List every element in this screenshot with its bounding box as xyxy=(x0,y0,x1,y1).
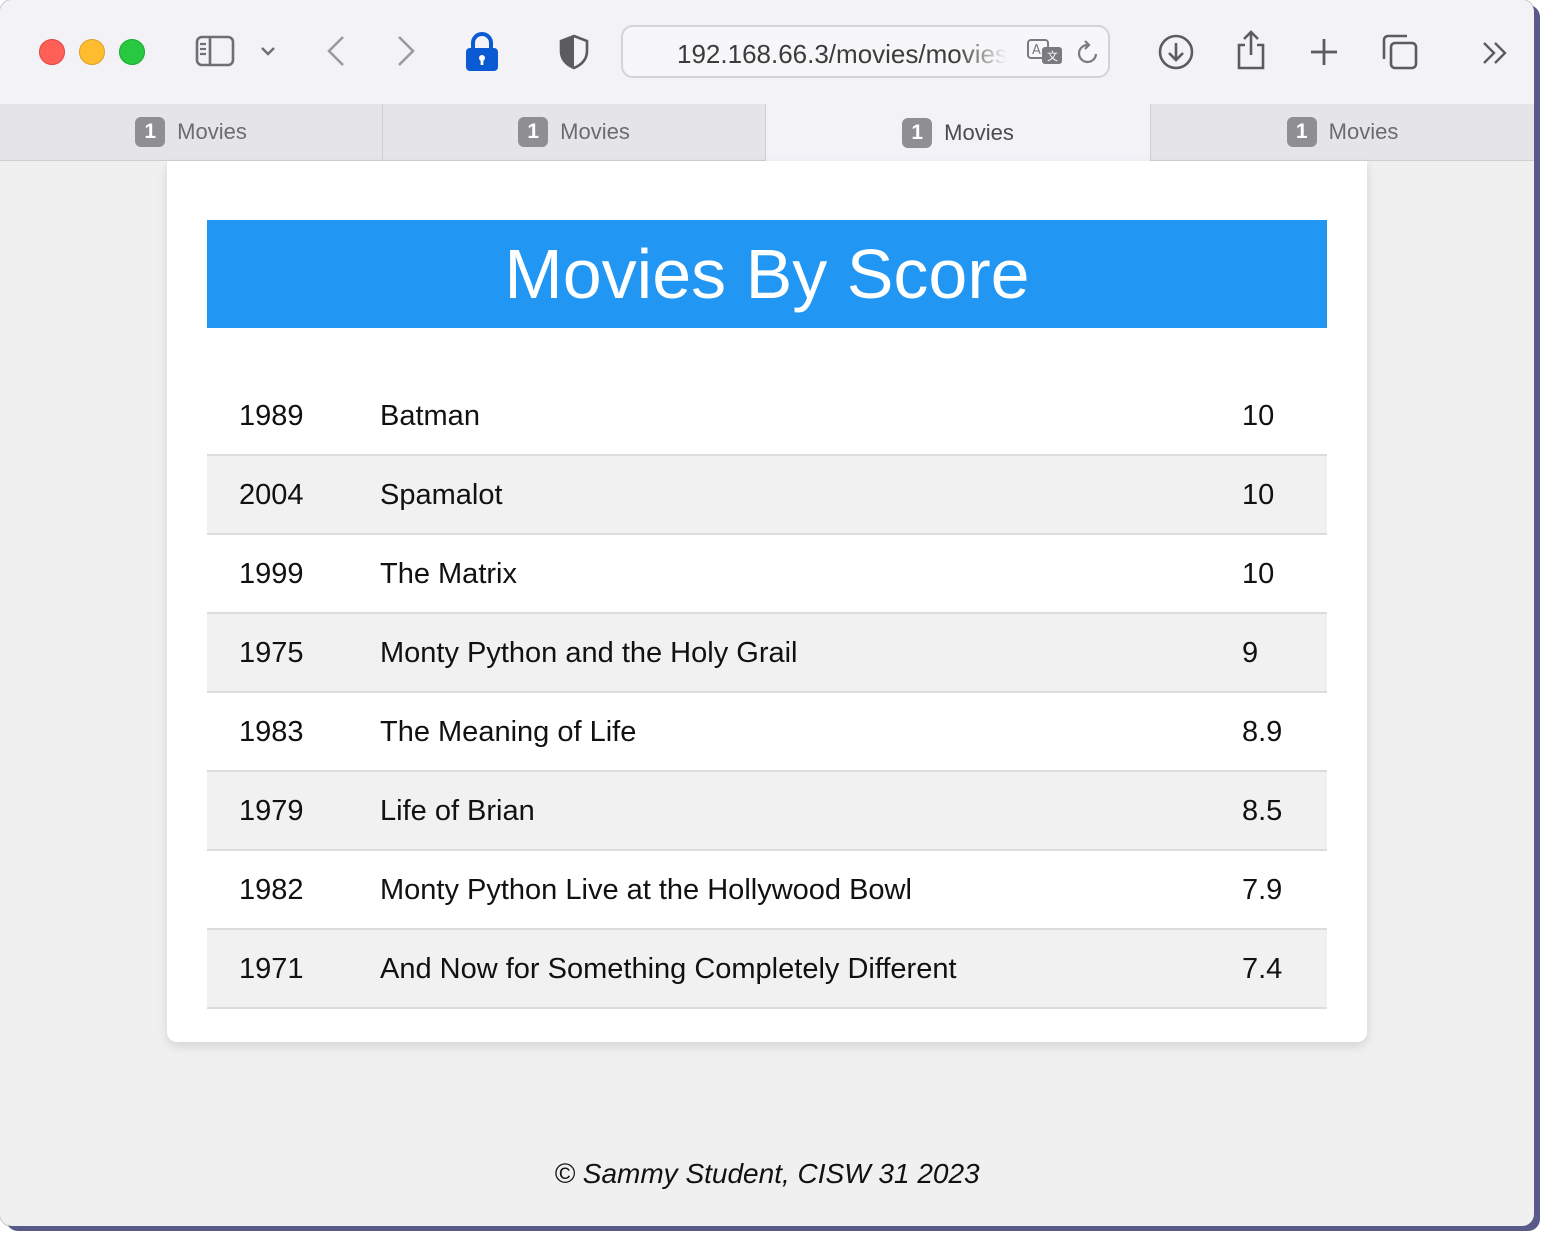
minimize-window-button[interactable] xyxy=(79,39,105,65)
lock-icon[interactable] xyxy=(460,30,504,74)
browser-toolbar: 192.168.66.3/movies/movies.php A文 xyxy=(0,0,1534,105)
movie-year: 2004 xyxy=(239,479,304,511)
double-chevron-right-icon[interactable] xyxy=(1478,38,1512,68)
movie-score: 10 xyxy=(1242,400,1275,432)
tab-count-badge: 1 xyxy=(1286,117,1317,147)
movie-year: 1999 xyxy=(239,558,304,590)
content-card: Movies By Score 1989 Batman 10 2004 Spam… xyxy=(167,161,1367,1042)
tab-label: Movies xyxy=(560,119,630,144)
browser-window: 192.168.66.3/movies/movies.php A文 1 Movi xyxy=(0,0,1534,1226)
movie-year: 1989 xyxy=(239,400,304,432)
movie-title: Batman xyxy=(380,400,480,432)
tab-label: Movies xyxy=(1328,119,1399,144)
tab-overview-icon[interactable] xyxy=(1379,31,1421,73)
tab-count-badge: 1 xyxy=(135,117,166,147)
table-row: 1982 Monty Python Live at the Hollywood … xyxy=(207,851,1327,930)
svg-text:A: A xyxy=(1032,43,1041,58)
movie-year: 1982 xyxy=(239,874,304,906)
movies-table: 1989 Batman 10 2004 Spamalot 10 1999 The… xyxy=(207,377,1327,1009)
movie-title: Life of Brian xyxy=(380,795,535,827)
table-row: 1983 The Meaning of Life 8.9 xyxy=(207,693,1327,772)
movie-score: 7.4 xyxy=(1242,953,1283,985)
table-row: 1975 Monty Python and the Holy Grail 9 xyxy=(207,614,1327,693)
url-text[interactable]: 192.168.66.3/movies/movies.php xyxy=(677,39,1007,70)
movie-title: The Matrix xyxy=(380,558,517,590)
movie-score: 10 xyxy=(1242,558,1275,590)
movie-score: 7.9 xyxy=(1242,874,1283,906)
movie-year: 1979 xyxy=(239,795,304,827)
movie-score: 9 xyxy=(1242,637,1259,669)
tab-movies-2[interactable]: 1 Movies xyxy=(383,104,766,160)
downloads-icon[interactable] xyxy=(1156,32,1196,72)
tab-movies-1[interactable]: 1 Movies xyxy=(0,104,383,160)
movie-title: Spamalot xyxy=(380,479,503,511)
privacy-shield-icon[interactable] xyxy=(556,32,592,72)
movie-title: And Now for Something Completely Differe… xyxy=(380,953,957,985)
movie-title: Monty Python Live at the Hollywood Bowl xyxy=(380,874,912,906)
tab-movies-3-active[interactable]: 1 Movies xyxy=(766,104,1151,161)
movie-year: 1983 xyxy=(239,716,304,748)
share-icon[interactable] xyxy=(1231,28,1271,72)
tab-bar: 1 Movies 1 Movies 1 Movies 1 Movies xyxy=(0,104,1534,161)
movie-year: 1975 xyxy=(239,637,304,669)
movie-title: Monty Python and the Holy Grail xyxy=(380,637,798,669)
table-row: 1999 The Matrix 10 xyxy=(207,535,1327,614)
movie-score: 8.9 xyxy=(1242,716,1283,748)
tab-label: Movies xyxy=(177,119,247,144)
address-bar[interactable]: 192.168.66.3/movies/movies.php A文 xyxy=(621,25,1110,78)
table-row: 1989 Batman 10 xyxy=(207,377,1327,456)
table-row: 2004 Spamalot 10 xyxy=(207,456,1327,535)
tab-movies-4[interactable]: 1 Movies xyxy=(1151,104,1534,160)
tab-count-badge: 1 xyxy=(518,117,549,147)
movie-year: 1971 xyxy=(239,953,304,985)
table-row: 1979 Life of Brian 8.5 xyxy=(207,772,1327,851)
svg-text:文: 文 xyxy=(1047,49,1058,63)
back-icon[interactable] xyxy=(322,33,350,69)
movie-title: The Meaning of Life xyxy=(380,716,637,748)
reload-icon[interactable] xyxy=(1075,39,1101,67)
page-footer: © Sammy Student, CISW 31 2023 xyxy=(554,1158,980,1189)
chevron-down-icon[interactable] xyxy=(257,40,279,62)
page-title: Movies By Score xyxy=(207,220,1327,328)
movie-score: 8.5 xyxy=(1242,795,1283,827)
movie-score: 10 xyxy=(1242,479,1275,511)
translate-icon[interactable]: A文 xyxy=(1025,37,1065,67)
forward-icon[interactable] xyxy=(392,33,420,69)
tab-label: Movies xyxy=(944,119,1014,145)
tab-count-badge: 1 xyxy=(902,117,933,148)
sidebar-toggle-icon[interactable] xyxy=(193,33,237,69)
zoom-window-button[interactable] xyxy=(119,39,145,65)
close-window-button[interactable] xyxy=(39,39,65,65)
table-row: 1971 And Now for Something Completely Di… xyxy=(207,930,1327,1009)
new-tab-icon[interactable] xyxy=(1306,34,1342,70)
